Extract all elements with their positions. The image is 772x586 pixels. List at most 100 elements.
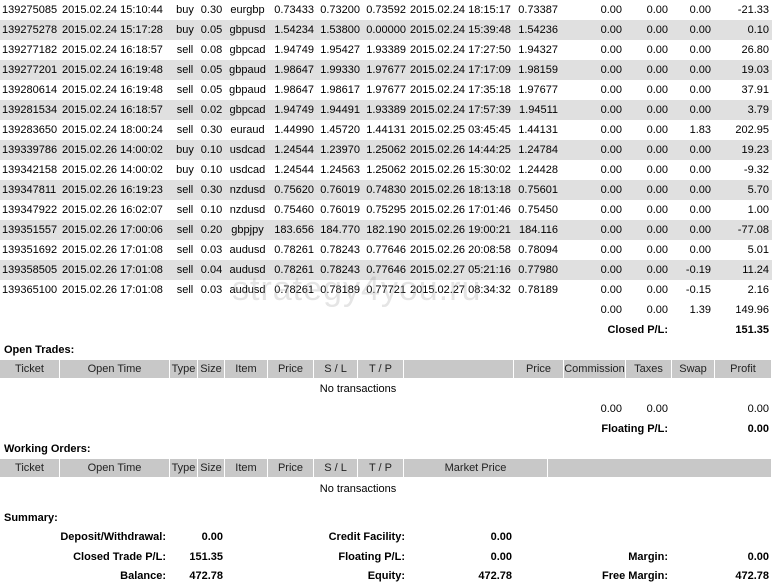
cell-open-time: 2015.02.26 17:00:06 [62,224,163,236]
open-trades-header: Ticket Open Time Type Size Item Price S / LT /… [0,360,772,378]
cell-open-price: 0.78261 [274,244,314,256]
cell-close-price: 0.75601 [518,184,558,196]
cell-size: 0.04 [200,264,223,276]
cell-type: buy [176,4,194,16]
header-cell: S / L [314,459,358,477]
cell-close-price: 1.54236 [518,24,558,36]
cell-open-time: 2015.02.24 16:19:48 [62,84,163,96]
cell-profit: 19.03 [741,64,769,76]
header-cell: Size [198,360,225,378]
cell-commission: 0.00 [600,164,622,176]
cell-item: gbpjpy [231,224,264,236]
cell-stop-loss: 1.95427 [320,44,360,56]
cell-commission: 0.00 [600,4,622,16]
cell-commission: 0.00 [600,44,622,56]
cell-swap: 0.00 [689,144,711,156]
cell-commission: 0.00 [600,184,622,196]
cell-ticket: 139358505 [2,264,58,276]
cell-take-profit: 0.74830 [366,184,406,196]
cell-taxes: 0.00 [646,64,668,76]
cell-stop-loss: 1.24563 [320,164,360,176]
table-row: 139281534 2015.02.24 16:18:57 sell 0.02 gbpc… [0,100,772,120]
header-cell: Open Time [60,360,170,378]
cell-close-time: 2015.02.26 20:08:58 [410,244,511,256]
cell-close-time: 2015.02.26 14:44:25 [410,144,511,156]
cell-stop-loss: 0.76019 [320,184,360,196]
cell-profit: 5.01 [747,244,769,256]
cell-taxes: 0.00 [646,144,668,156]
working-orders-empty: No transactions [319,483,397,495]
cell-ticket: 139347811 [2,184,57,196]
cell-profit: 2.16 [747,284,769,296]
cell-type: sell [176,104,194,116]
deposit-label: Deposit/Withdrawal: [60,531,166,543]
cell-swap: 0.00 [689,44,711,56]
free-margin-label: Free Margin: [601,570,668,582]
cell-take-profit: 1.25062 [366,144,406,156]
working-orders-title: Working Orders: [4,443,91,455]
cell-type: sell [176,224,194,236]
cell-open-price: 183.656 [274,224,314,236]
cell-open-price: 1.24544 [274,144,314,156]
cell-close-time: 2015.02.24 18:15:17 [410,4,511,16]
cell-item: usdcad [229,164,266,176]
cell-open-time: 2015.02.24 15:17:28 [62,24,163,36]
cell-type: sell [176,204,194,216]
header-cell: Swap [672,360,715,378]
cell-take-profit: 1.44131 [366,124,406,136]
cell-commission: 0.00 [600,84,622,96]
cell-type: sell [176,64,194,76]
cell-taxes: 0.00 [646,264,668,276]
cell-open-time: 2015.02.26 17:01:08 [62,244,163,256]
table-row: 139277201 2015.02.24 16:19:48 sell 0.05 gbpa… [0,60,772,80]
cell-ticket: 139275085 [2,4,58,16]
cell-item: gbpusd [229,24,266,36]
cell-close-price: 0.77980 [518,264,558,276]
cell-taxes: 0.00 [646,164,668,176]
cell-profit: 26.80 [741,44,769,56]
cell-taxes: 0.00 [646,244,668,256]
cell-profit: -21.33 [737,4,769,16]
cell-ticket: 139283650 [2,124,58,136]
cell-swap: 0.00 [689,224,711,236]
cell-type: sell [176,124,194,136]
floating-pl-value: 0.00 [490,551,512,563]
cell-profit: 5.70 [747,184,769,196]
cell-taxes: 0.00 [646,204,668,216]
cell-open-price: 1.94749 [274,44,314,56]
cell-item: usdcad [229,144,266,156]
header-cell: Price [268,360,314,378]
watermark: strategy4you.ru [232,270,482,308]
floating-pl-label: Floating P/L: [338,551,405,563]
table-row: 139351692 2015.02.26 17:01:08 sell 0.03 audu… [0,240,772,260]
cell-open-price: 0.75620 [274,184,314,196]
cell-profit: -9.32 [743,164,769,176]
cell-close-price: 1.94327 [518,44,558,56]
cell-profit: 202.95 [735,124,769,136]
cell-swap: 1.83 [689,124,711,136]
cell-type: sell [176,184,194,196]
cell-swap: -0.15 [685,284,711,296]
cell-taxes: 0.00 [646,124,668,136]
cell-size: 0.05 [200,64,223,76]
cell-item: gbpaud [229,84,266,96]
cell-close-price: 0.78094 [518,244,558,256]
cell-profit: 3.79 [747,104,769,116]
cell-size: 0.30 [200,4,223,16]
cell-size: 0.05 [200,24,223,36]
cell-ticket: 139277201 [2,64,58,76]
cell-take-profit: 1.97677 [366,64,406,76]
cell-ticket: 139339786 [2,144,58,156]
cell-size: 0.10 [200,204,223,216]
header-cell: Type [170,459,198,477]
cell-commission: 0.00 [600,24,622,36]
margin-value: 0.00 [747,551,769,563]
cell-ticket: 139347922 [2,204,58,216]
cell-take-profit: 1.93389 [366,104,406,116]
cell-size: 0.08 [200,44,223,56]
table-row: 139347922 2015.02.26 16:02:07 sell 0.10 nzdu… [0,200,772,220]
cell-stop-loss: 184.770 [320,224,360,236]
cell-ticket: 139280614 [2,84,58,96]
cell-stop-loss: 0.73200 [320,4,360,16]
cell-type: sell [176,244,194,256]
